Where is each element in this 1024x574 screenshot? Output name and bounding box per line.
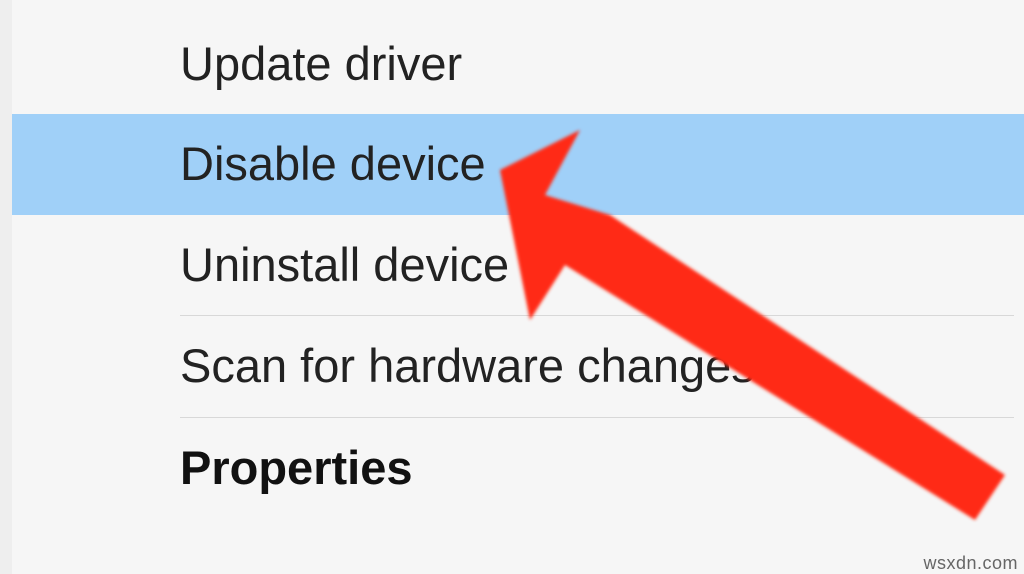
menu-item-scan-hardware[interactable]: Scan for hardware changes [12, 316, 1024, 416]
menu-item-disable-device[interactable]: Disable device [12, 114, 1024, 214]
menu-item-properties[interactable]: Properties [12, 418, 1024, 518]
watermark-text: wsxdn.com [923, 553, 1018, 574]
menu-item-uninstall-device[interactable]: Uninstall device [12, 215, 1024, 315]
menu-item-update-driver[interactable]: Update driver [12, 14, 1024, 114]
context-menu: Update driver Disable device Uninstall d… [12, 0, 1024, 574]
